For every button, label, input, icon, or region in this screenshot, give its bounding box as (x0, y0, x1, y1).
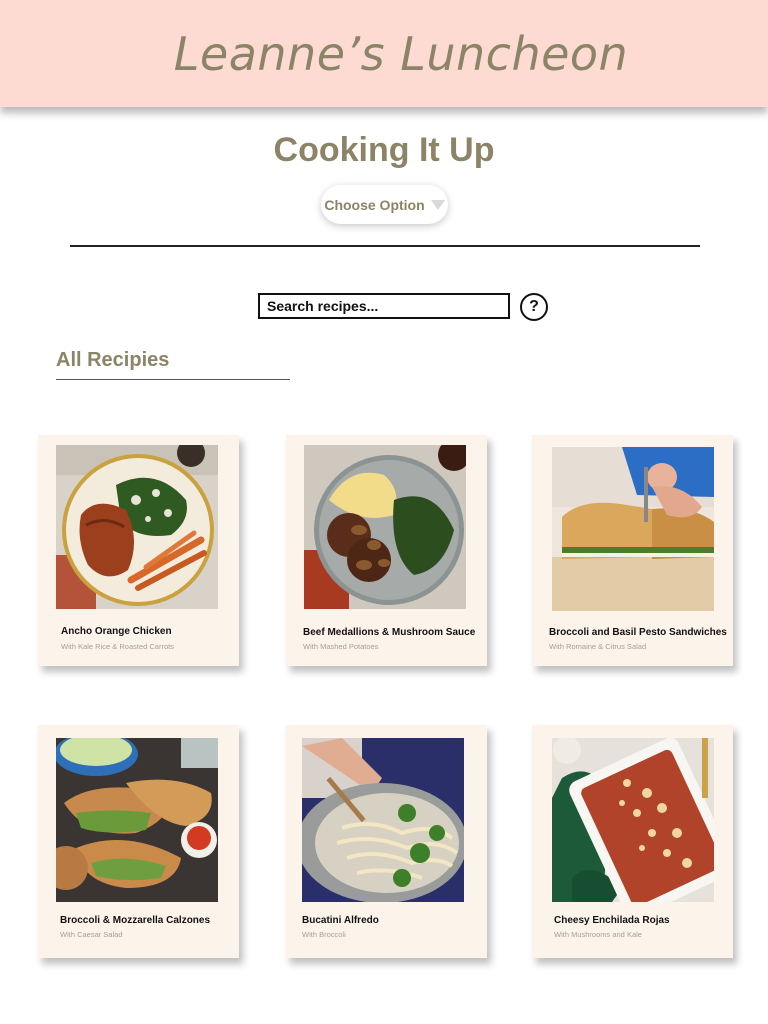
recipe-subtitle: With Kale Rice & Roasted Carrots (61, 642, 174, 651)
recipe-subtitle: With Broccoli (302, 930, 346, 939)
site-header: Leanne’s Luncheon (0, 0, 768, 107)
recipe-card[interactable]: Broccoli and Basil Pesto Sandwiches With… (532, 435, 733, 666)
section-heading: All Recipies (56, 349, 170, 371)
search-input[interactable] (258, 293, 510, 319)
recipe-subtitle: With Mushrooms and Kale (554, 930, 642, 939)
help-button[interactable]: ? (520, 293, 548, 321)
recipe-card[interactable]: Ancho Orange Chicken With Kale Rice & Ro… (38, 435, 239, 666)
header-divider (70, 245, 700, 247)
recipe-title: Bucatini Alfredo (302, 915, 379, 926)
dropdown-label: Choose Option (324, 196, 425, 213)
recipe-title: Beef Medallions & Mushroom Sauce (303, 627, 476, 638)
recipe-photo (552, 738, 714, 902)
page-title: Cooking It Up (273, 131, 495, 169)
recipe-card[interactable]: Broccoli & Mozzarella Calzones With Caes… (38, 725, 239, 958)
recipe-card[interactable]: Beef Medallions & Mushroom Sauce With Ma… (286, 435, 487, 666)
recipe-photo (552, 447, 714, 611)
recipe-photo (56, 738, 218, 902)
caret-down-icon (430, 200, 445, 210)
recipe-subtitle: With Mashed Potatoes (303, 642, 379, 651)
recipe-photo (302, 738, 464, 902)
recipe-card[interactable]: Cheesy Enchilada Rojas With Mushrooms an… (532, 725, 733, 958)
recipe-card[interactable]: Bucatini Alfredo With Broccoli (286, 725, 487, 958)
recipe-title: Cheesy Enchilada Rojas (554, 915, 670, 926)
recipe-subtitle: With Romaine & Citrus Salad (549, 642, 647, 651)
recipe-photo (304, 445, 466, 609)
section-underline (56, 379, 290, 380)
recipe-title: Broccoli & Mozzarella Calzones (60, 915, 211, 926)
recipe-title: Broccoli and Basil Pesto Sandwiches (549, 627, 727, 638)
recipe-title: Ancho Orange Chicken (61, 626, 172, 637)
choose-option-dropdown[interactable]: Choose Option (321, 185, 448, 224)
recipe-subtitle: With Caesar Salad (60, 930, 123, 939)
recipe-photo (56, 445, 218, 609)
site-title: Leanne’s Luncheon (173, 26, 629, 81)
question-mark-icon: ? (529, 298, 539, 315)
